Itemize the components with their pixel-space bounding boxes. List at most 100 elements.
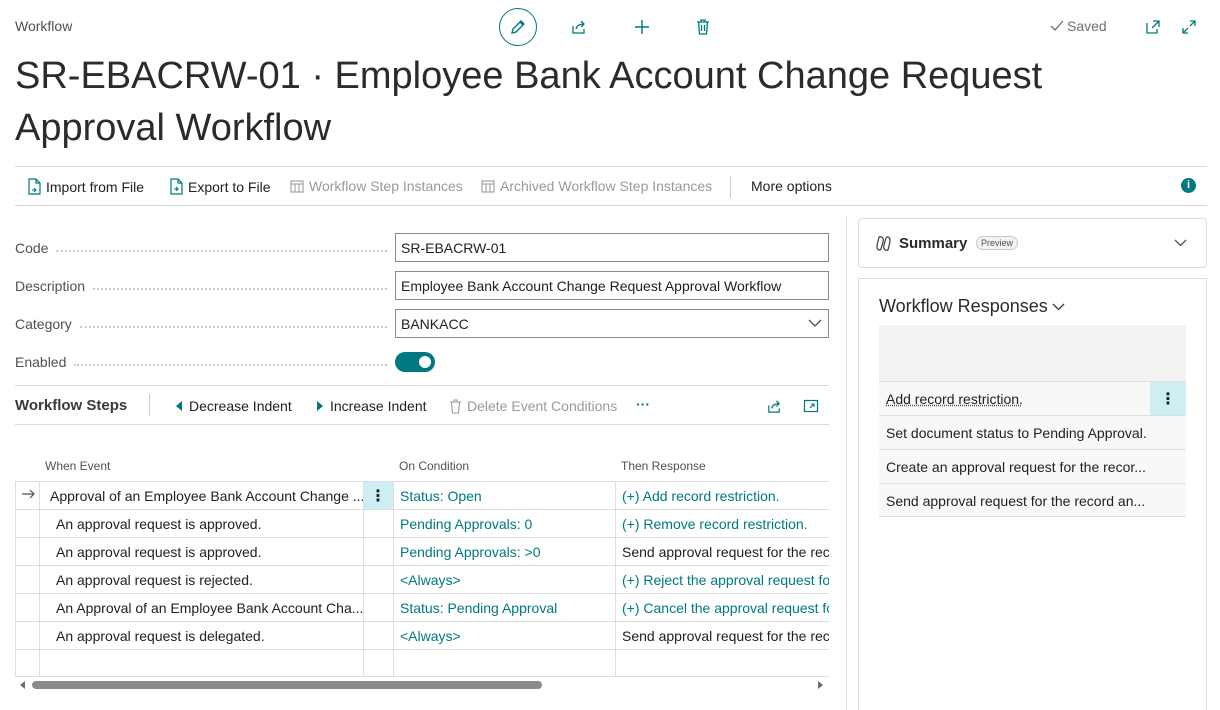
code-label: Code bbox=[15, 240, 49, 256]
open-new-window-button[interactable] bbox=[1141, 15, 1165, 39]
table-row[interactable]: Approval of an Employee Bank Account Cha… bbox=[15, 481, 829, 510]
pane-divider bbox=[846, 216, 847, 710]
row-response-link[interactable]: Send approval request for the rec bbox=[622, 544, 829, 560]
expand-button[interactable] bbox=[1177, 15, 1201, 39]
category-select[interactable]: BANKACC bbox=[395, 309, 829, 338]
row-condition-link[interactable]: Pending Approvals: >0 bbox=[400, 544, 610, 560]
caret-left-icon bbox=[174, 400, 184, 412]
scrollbar-thumb[interactable] bbox=[32, 681, 542, 689]
delete-button[interactable] bbox=[691, 15, 715, 39]
archived-step-instances-label: Archived Workflow Step Instances bbox=[500, 178, 713, 194]
new-button[interactable] bbox=[630, 15, 654, 39]
row-event[interactable]: An Approval of an Employee Bank Account … bbox=[56, 600, 366, 616]
page-title: SR-EBACRW-01 · Employee Bank Account Cha… bbox=[15, 55, 1043, 149]
table-row[interactable]: An approval request is rejected. <Always… bbox=[15, 565, 829, 593]
saved-label: Saved bbox=[1067, 18, 1107, 34]
workflow-responses-label: Workflow Responses bbox=[879, 296, 1048, 316]
row-condition-link[interactable]: <Always> bbox=[400, 628, 610, 644]
workflow-step-instances-label: Workflow Step Instances bbox=[309, 178, 463, 194]
toggle-knob bbox=[419, 356, 431, 368]
row-event[interactable]: An approval request is delegated. bbox=[56, 628, 366, 644]
response-item[interactable]: Set document status to Pending Approval. bbox=[879, 415, 1186, 449]
workflow-steps-grid: When Event On Condition Then Response Ap… bbox=[15, 452, 829, 677]
grid-line bbox=[39, 481, 40, 677]
workflow-step-instances-button[interactable]: Workflow Step Instances bbox=[290, 178, 463, 194]
export-to-file-button[interactable]: Export to File bbox=[169, 178, 270, 195]
category-field-label: Category bbox=[15, 316, 395, 332]
responses-list-header bbox=[879, 325, 1186, 381]
caret-right-icon bbox=[315, 400, 325, 412]
row-response-link[interactable]: Send approval request for the rec bbox=[622, 628, 829, 644]
table-row[interactable]: An approval request is approved. Pending… bbox=[15, 537, 829, 565]
table-row[interactable]: An approval request is delegated. <Alway… bbox=[15, 621, 829, 649]
enabled-toggle[interactable] bbox=[395, 352, 435, 372]
saved-status: Saved bbox=[1050, 18, 1107, 34]
col-header-when-event[interactable]: When Event bbox=[45, 459, 110, 473]
more-options-button[interactable]: More options bbox=[751, 178, 832, 194]
checkmark-icon bbox=[1050, 20, 1064, 32]
horizontal-scrollbar[interactable] bbox=[15, 678, 829, 692]
code-field-label: Code bbox=[15, 240, 395, 256]
file-import-icon bbox=[27, 178, 41, 195]
col-header-on-condition[interactable]: On Condition bbox=[399, 459, 469, 473]
import-from-file-label: Import from File bbox=[46, 178, 145, 195]
decrease-indent-label: Decrease Indent bbox=[189, 398, 292, 414]
row-condition-link[interactable]: Status: Open bbox=[400, 488, 610, 504]
col-header-then-response[interactable]: Then Response bbox=[621, 459, 706, 473]
more-options-label: More options bbox=[751, 178, 832, 194]
chevron-down-icon bbox=[808, 319, 822, 328]
chevron-down-icon[interactable] bbox=[1174, 239, 1187, 247]
expand-icon bbox=[1181, 19, 1197, 35]
steps-share-button[interactable] bbox=[762, 394, 786, 418]
delete-event-conditions-button[interactable]: Delete Event Conditions bbox=[449, 398, 617, 414]
row-event[interactable]: An approval request is approved. bbox=[56, 516, 366, 532]
grid-line bbox=[15, 481, 16, 677]
code-input[interactable]: SR-EBACRW-01 bbox=[395, 233, 829, 262]
enabled-label: Enabled bbox=[15, 354, 67, 370]
description-input[interactable]: Employee Bank Account Change Request App… bbox=[395, 271, 829, 300]
steps-focus-button[interactable] bbox=[799, 394, 823, 418]
row-condition-link[interactable]: Pending Approvals: 0 bbox=[400, 516, 610, 532]
grid-line bbox=[363, 481, 364, 677]
workflow-responses-title[interactable]: Workflow Responses bbox=[879, 296, 1065, 317]
table-row[interactable]: An Approval of an Employee Bank Account … bbox=[15, 593, 829, 621]
row-condition-link[interactable]: Status: Pending Approval bbox=[400, 600, 610, 616]
summary-card[interactable]: Summary Preview bbox=[858, 218, 1207, 268]
row-response-link[interactable]: (+) Add record restriction. bbox=[622, 488, 829, 504]
row-menu-button[interactable]: ⋮ bbox=[363, 482, 393, 510]
table-row[interactable]: An approval request is approved. Pending… bbox=[15, 509, 829, 537]
share-button[interactable] bbox=[567, 15, 591, 39]
row-event[interactable]: Approval of an Employee Bank Account Cha… bbox=[50, 488, 370, 504]
trash-icon bbox=[449, 398, 462, 414]
increase-indent-button[interactable]: Increase Indent bbox=[315, 398, 427, 414]
row-event[interactable]: An approval request is rejected. bbox=[56, 572, 366, 588]
row-response-link[interactable]: (+) Remove record restriction. bbox=[622, 516, 829, 532]
row-response-link[interactable]: (+) Cancel the approval request fo bbox=[622, 600, 829, 616]
plus-icon bbox=[633, 18, 651, 36]
scroll-right-icon[interactable] bbox=[817, 681, 824, 689]
response-item[interactable]: Create an approval request for the recor… bbox=[879, 449, 1186, 483]
edit-button[interactable] bbox=[499, 8, 537, 46]
response-item[interactable]: Add record restriction. bbox=[879, 381, 1186, 415]
export-to-file-label: Export to File bbox=[188, 178, 271, 195]
decrease-indent-button[interactable]: Decrease Indent bbox=[174, 398, 292, 414]
row-event[interactable]: An approval request is approved. bbox=[56, 544, 366, 560]
workflow-steps-title: Workflow Steps bbox=[15, 397, 128, 414]
table-icon bbox=[481, 179, 495, 193]
steps-more-button[interactable]: ··· bbox=[636, 396, 650, 412]
category-label: Category bbox=[15, 316, 72, 332]
action-divider bbox=[730, 176, 731, 198]
archived-step-instances-button[interactable]: Archived Workflow Step Instances bbox=[481, 178, 712, 194]
table-icon bbox=[290, 179, 304, 193]
response-row-menu-button[interactable]: ⋮ bbox=[1150, 382, 1186, 415]
row-condition-link[interactable]: <Always> bbox=[400, 572, 610, 588]
preview-badge: Preview bbox=[976, 236, 1019, 250]
table-row-empty[interactable] bbox=[15, 649, 829, 677]
row-response-link[interactable]: (+) Reject the approval request fo bbox=[622, 572, 829, 588]
info-icon[interactable]: i bbox=[1181, 178, 1196, 193]
import-from-file-button[interactable]: Import from File bbox=[27, 178, 144, 195]
response-item[interactable]: Send approval request for the record an.… bbox=[879, 483, 1186, 517]
file-export-icon bbox=[169, 178, 183, 195]
delete-event-conditions-label: Delete Event Conditions bbox=[467, 398, 618, 414]
scroll-left-icon[interactable] bbox=[19, 681, 26, 689]
